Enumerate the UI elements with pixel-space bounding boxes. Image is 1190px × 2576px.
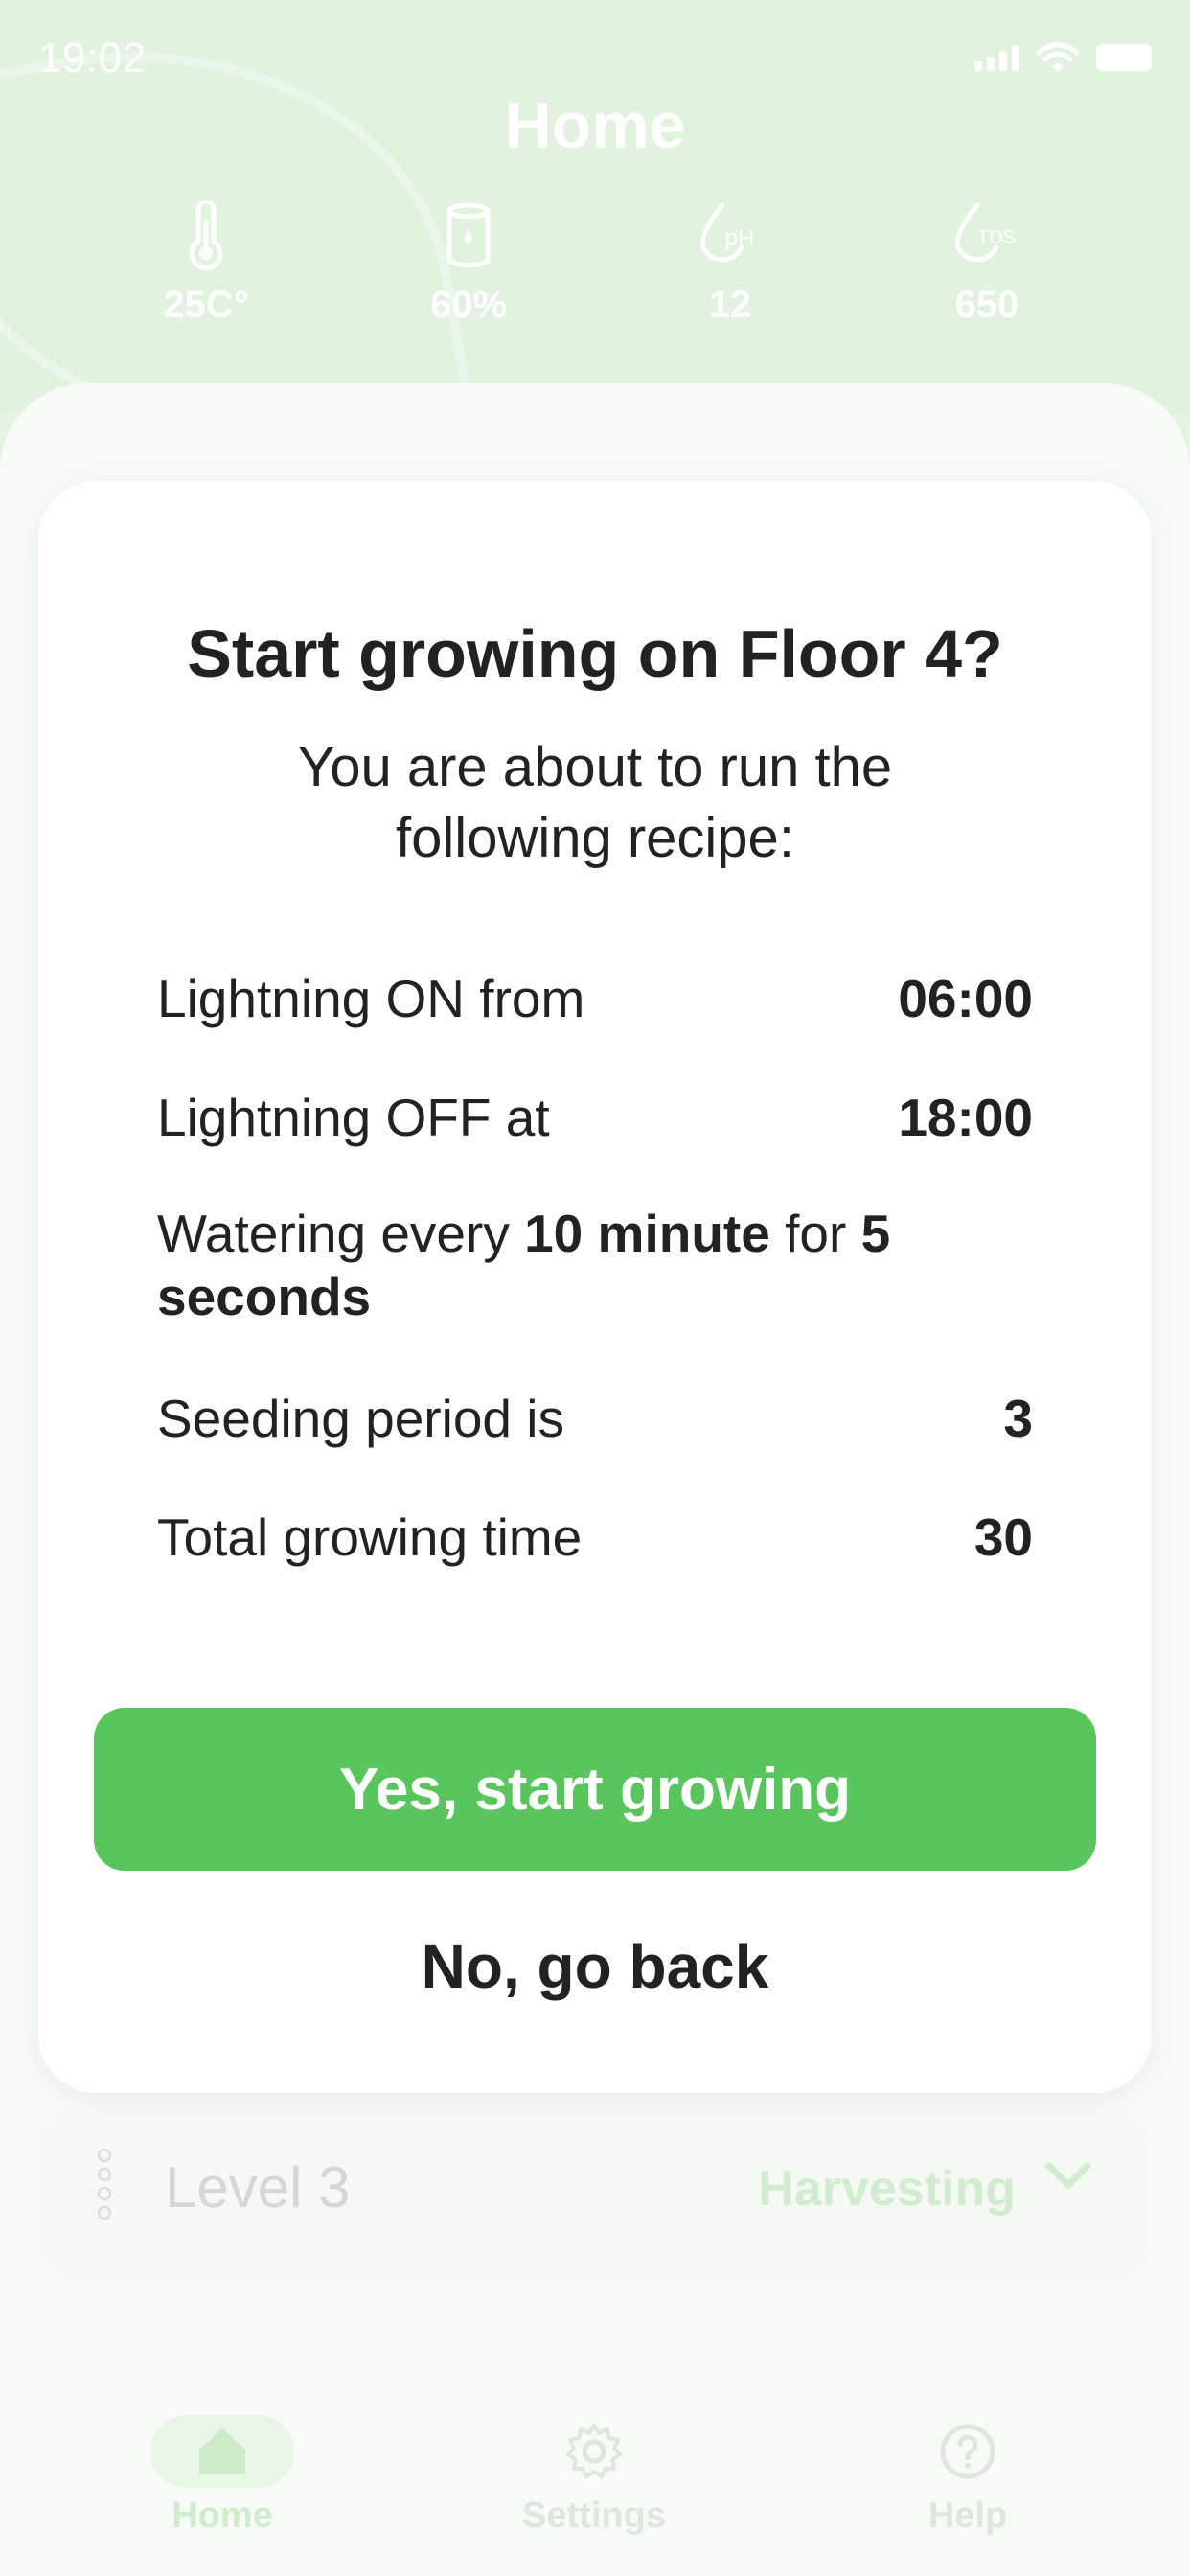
total-time-value: 30 (973, 1507, 1033, 1567)
start-growing-button[interactable]: Yes, start growing (94, 1708, 1096, 1871)
tab-help-pill (896, 2415, 1040, 2488)
level-status: Harvesting (758, 2161, 1016, 2217)
ph-drop-icon: pH (699, 202, 755, 263)
help-icon (940, 2424, 995, 2479)
stat-tds-value: 650 (954, 284, 1019, 326)
header: 19:02 Home 25C° 60% pH 12 TDS 650 (0, 0, 1190, 481)
sensor-stats: 25C° 60% pH 12 TDS 650 (0, 201, 1190, 345)
tab-help-label: Help (927, 2496, 1008, 2536)
stat-tds: TDS 650 (881, 201, 1092, 327)
tds-icon-text: TDS (977, 227, 1016, 248)
water-tank-icon (446, 202, 491, 268)
lighting-on-value: 06:00 (898, 969, 1033, 1028)
recipe-row-lighting-off: Lightning OFF at 18:00 (157, 1087, 1033, 1148)
level-row[interactable]: Level 3 Harvesting (40, 2108, 1150, 2281)
go-back-button[interactable]: No, go back (38, 1919, 1152, 2014)
ph-icon-text: pH (725, 225, 755, 251)
tab-home-pill (150, 2415, 294, 2488)
stat-ph-value: 12 (708, 284, 752, 326)
total-time-label: Total growing time (157, 1507, 583, 1567)
home-icon (199, 2428, 245, 2474)
page-title: Home (504, 89, 686, 162)
gear-icon (566, 2424, 622, 2478)
lighting-off-label: Lightning OFF at (157, 1088, 550, 1147)
tab-settings-pill (522, 2415, 666, 2488)
thermometer-icon (189, 201, 223, 270)
lighting-on-label: Lightning ON from (157, 969, 585, 1028)
watering-interval: 10 minute (524, 1204, 770, 1263)
recipe-row-watering: Watering every 10 minute for 5 seconds (157, 1202, 1033, 1328)
stat-temperature: 25C° (101, 201, 311, 327)
recipe-row-total-time: Total growing time 30 (157, 1506, 1033, 1568)
start-growing-dialog: Start growing on Floor 4? You are about … (38, 481, 1152, 2093)
stat-ph: pH 12 (625, 201, 835, 327)
tds-drop-icon: TDS (954, 202, 1016, 263)
tab-home-label: Home (172, 2496, 273, 2536)
tab-help[interactable]: Help (843, 2415, 1092, 2537)
recipe-row-lighting-on: Lightning ON from 06:00 (157, 968, 1033, 1029)
stat-temperature-value: 25C° (163, 284, 249, 326)
lighting-off-value: 18:00 (898, 1088, 1033, 1147)
level-name: Level 3 (165, 2155, 351, 2220)
chevron-down-icon[interactable] (1044, 2158, 1092, 2193)
watering-prefix: Watering every (157, 1204, 510, 1263)
tab-settings-label: Settings (522, 2496, 666, 2536)
tab-settings[interactable]: Settings (469, 2415, 719, 2537)
wifi-icon (1037, 42, 1079, 72)
signal-icon (974, 44, 1019, 71)
battery-icon (1096, 44, 1152, 71)
stat-water-level: 60% (363, 201, 574, 327)
status-time: 19:02 (38, 34, 147, 81)
drag-handle-icon[interactable] (98, 2149, 111, 2220)
watering-middle: for (785, 1204, 847, 1263)
tab-home[interactable]: Home (98, 2415, 347, 2537)
seeding-label: Seeding period is (157, 1389, 565, 1448)
seeding-value: 3 (1003, 1389, 1033, 1448)
status-icons (974, 42, 1152, 73)
tab-bar: Home Settings Help (0, 2377, 1190, 2576)
stat-water-level-value: 60% (429, 284, 508, 326)
recipe-row-seeding: Seeding period is 3 (157, 1388, 1033, 1449)
